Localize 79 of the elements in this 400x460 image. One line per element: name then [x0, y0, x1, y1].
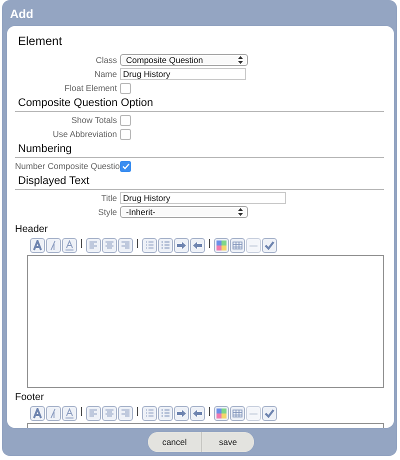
numbered-list-button[interactable]: [142, 406, 157, 421]
checkbox[interactable]: [120, 160, 131, 172]
bullet-list-icon: [160, 240, 171, 251]
align-right-icon: [120, 240, 131, 251]
align-left-icon: [88, 240, 99, 251]
indent-icon: [176, 408, 187, 419]
updown-icon: [238, 56, 243, 64]
field-label: Name: [93, 69, 117, 79]
field-label: Class: [94, 55, 117, 65]
indent-button[interactable]: [174, 238, 189, 253]
align-right-icon: [120, 408, 131, 419]
numbered-list-icon: [144, 408, 155, 419]
table-button[interactable]: [230, 406, 245, 421]
rich-text-editor[interactable]: [27, 255, 384, 388]
checkbox[interactable]: [120, 128, 131, 140]
align-right-button[interactable]: [118, 406, 133, 421]
checkbox[interactable]: [120, 82, 131, 94]
field-label: Title: [100, 193, 117, 203]
format-bold-icon: [32, 408, 43, 419]
indent-icon: [176, 240, 187, 251]
language-button[interactable]: [246, 238, 261, 253]
format-italic-button[interactable]: [46, 238, 61, 253]
color-palette-button[interactable]: [214, 406, 229, 421]
bullet-list-button[interactable]: [158, 238, 173, 253]
text-field[interactable]: Drug History: [120, 192, 286, 204]
language-button[interactable]: [246, 406, 261, 421]
text-field[interactable]: Drug History: [120, 68, 246, 80]
color-palette-button[interactable]: [214, 238, 229, 253]
outdent-button[interactable]: [190, 238, 205, 253]
color-palette-icon: [216, 408, 227, 419]
format-underline-icon: [64, 408, 75, 419]
window-title: Add: [9, 6, 34, 23]
format-bold-button[interactable]: [30, 406, 45, 421]
bullet-list-icon: [160, 408, 171, 419]
table-icon: [232, 240, 243, 251]
align-right-button[interactable]: [118, 238, 133, 253]
outdent-icon: [192, 240, 203, 251]
spell-check-button[interactable]: [262, 238, 277, 253]
format-underline-icon: [64, 240, 75, 251]
format-underline-button[interactable]: [62, 238, 77, 253]
align-center-icon: [104, 408, 115, 419]
align-left-icon: [88, 408, 99, 419]
color-palette-icon: [216, 240, 227, 251]
spell-check-icon: [264, 240, 275, 251]
section-heading: Element: [17, 35, 64, 49]
format-bold-icon: [32, 240, 43, 251]
field-label: Use Abbreviation: [52, 129, 117, 139]
bullet-list-button[interactable]: [158, 406, 173, 421]
align-left-button[interactable]: [86, 406, 101, 421]
numbered-list-icon: [144, 240, 155, 251]
indent-button[interactable]: [174, 406, 189, 421]
select-field[interactable]: Composite Question: [120, 54, 248, 66]
align-center-icon: [104, 240, 115, 251]
section-heading: Displayed Text: [15, 175, 384, 190]
checkbox[interactable]: [120, 114, 131, 126]
section-heading: Numbering: [15, 143, 384, 158]
format-italic-button[interactable]: [46, 406, 61, 421]
select-field[interactable]: -Inherit-: [120, 206, 248, 218]
field-label: Float Element: [64, 83, 117, 93]
format-bold-button[interactable]: [30, 238, 45, 253]
align-center-button[interactable]: [102, 238, 117, 253]
format-underline-button[interactable]: [62, 406, 77, 421]
outdent-icon: [192, 408, 203, 419]
align-center-button[interactable]: [102, 406, 117, 421]
dialog-button[interactable]: save: [201, 432, 254, 452]
spell-check-icon: [264, 408, 275, 419]
editor-label: Footer: [15, 391, 45, 405]
field-label: Style: [97, 207, 117, 217]
section-heading: Composite Question Option: [15, 97, 384, 112]
table-button[interactable]: [230, 238, 245, 253]
spell-check-button[interactable]: [262, 406, 277, 421]
field-label: Number Composite Questio: [15, 161, 117, 171]
table-icon: [232, 408, 243, 419]
align-left-button[interactable]: [86, 238, 101, 253]
outdent-button[interactable]: [190, 406, 205, 421]
editor-label: Header: [15, 223, 49, 237]
field-label: Show Totals: [70, 115, 117, 125]
updown-icon: [238, 208, 243, 216]
numbered-list-button[interactable]: [142, 238, 157, 253]
